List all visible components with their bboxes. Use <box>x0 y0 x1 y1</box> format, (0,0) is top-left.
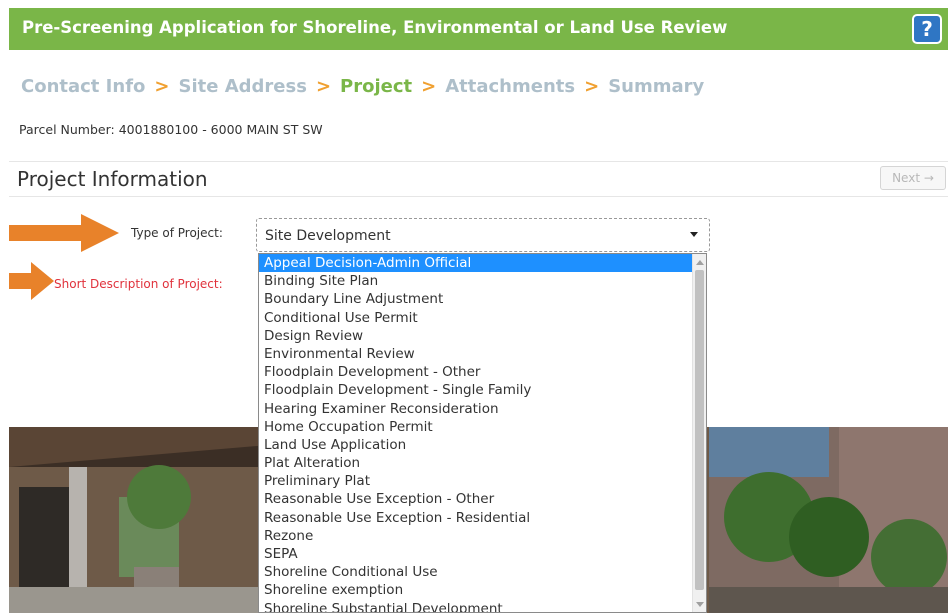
chevron-right-icon: > <box>315 75 332 97</box>
dropdown-option[interactable]: Shoreline Conditional Use <box>259 563 693 581</box>
arrow-right-icon <box>9 262 54 300</box>
dropdown-option[interactable]: Reasonable Use Exception - Other <box>259 490 693 508</box>
dropdown-option[interactable]: Appeal Decision-Admin Official <box>259 254 693 273</box>
dropdown-option[interactable]: Home Occupation Permit <box>259 418 693 436</box>
dropdown-option[interactable]: Conditional Use Permit <box>259 309 693 327</box>
step-summary[interactable]: Summary <box>608 76 704 97</box>
divider <box>9 161 948 162</box>
type-of-project-select[interactable]: Site Development <box>256 218 710 252</box>
help-icon: ? <box>921 17 933 41</box>
wizard-steps: Contact Info > Site Address > Project > … <box>21 74 704 98</box>
chevron-right-icon: > <box>421 75 437 97</box>
dropdown-option[interactable]: Boundary Line Adjustment <box>259 290 693 308</box>
dropdown-option[interactable]: SEPA <box>259 545 693 563</box>
step-attachments[interactable]: Attachments <box>445 76 575 97</box>
short-description-label: Short Description of Project: <box>54 277 223 291</box>
dropdown-option[interactable]: Shoreline Substantial Development <box>259 600 693 612</box>
scroll-up-icon[interactable] <box>696 260 704 265</box>
dropdown-option[interactable]: Land Use Application <box>259 436 693 454</box>
step-project[interactable]: Project <box>340 76 412 97</box>
dropdown-option[interactable]: Plat Alteration <box>259 454 693 472</box>
step-contact-info[interactable]: Contact Info <box>21 76 145 97</box>
arrow-right-icon <box>9 214 119 252</box>
dropdown-option[interactable]: Hearing Examiner Reconsideration <box>259 400 693 418</box>
dropdown-option[interactable]: Rezone <box>259 527 693 545</box>
app-header: Pre-Screening Application for Shoreline,… <box>9 8 948 50</box>
scroll-down-icon[interactable] <box>696 602 704 607</box>
dropdown-option[interactable]: Preliminary Plat <box>259 472 693 490</box>
project-type-dropdown[interactable]: Appeal Decision-Admin Official Binding Si… <box>258 253 707 613</box>
dropdown-option[interactable]: Binding Site Plan <box>259 272 693 290</box>
chevron-right-icon: > <box>154 75 170 97</box>
help-button[interactable]: ? <box>912 14 942 44</box>
chevron-right-icon: > <box>584 75 600 97</box>
scrollbar[interactable] <box>692 254 706 612</box>
page-title: Pre-Screening Application for Shoreline,… <box>22 18 728 37</box>
parcel-info: Parcel Number: 4001880100 - 6000 MAIN ST… <box>19 122 323 137</box>
next-button[interactable]: Next → <box>880 166 946 190</box>
dropdown-option[interactable]: Reasonable Use Exception - Residential <box>259 509 693 527</box>
dropdown-option[interactable]: Floodplain Development - Other <box>259 363 693 381</box>
dropdown-option[interactable]: Shoreline exemption <box>259 581 693 599</box>
scroll-thumb[interactable] <box>695 270 704 590</box>
type-of-project-label: Type of Project: <box>131 226 223 240</box>
dropdown-option[interactable]: Design Review <box>259 327 693 345</box>
selected-value: Site Development <box>265 228 391 244</box>
dropdown-option[interactable]: Environmental Review <box>259 345 693 363</box>
dropdown-option[interactable]: Floodplain Development - Single Family <box>259 381 693 399</box>
caret-down-icon <box>690 232 698 237</box>
dropdown-list: Appeal Decision-Admin Official Binding Si… <box>259 254 693 612</box>
divider <box>9 196 948 197</box>
step-site-address[interactable]: Site Address <box>179 76 307 97</box>
section-title: Project Information <box>17 167 208 191</box>
